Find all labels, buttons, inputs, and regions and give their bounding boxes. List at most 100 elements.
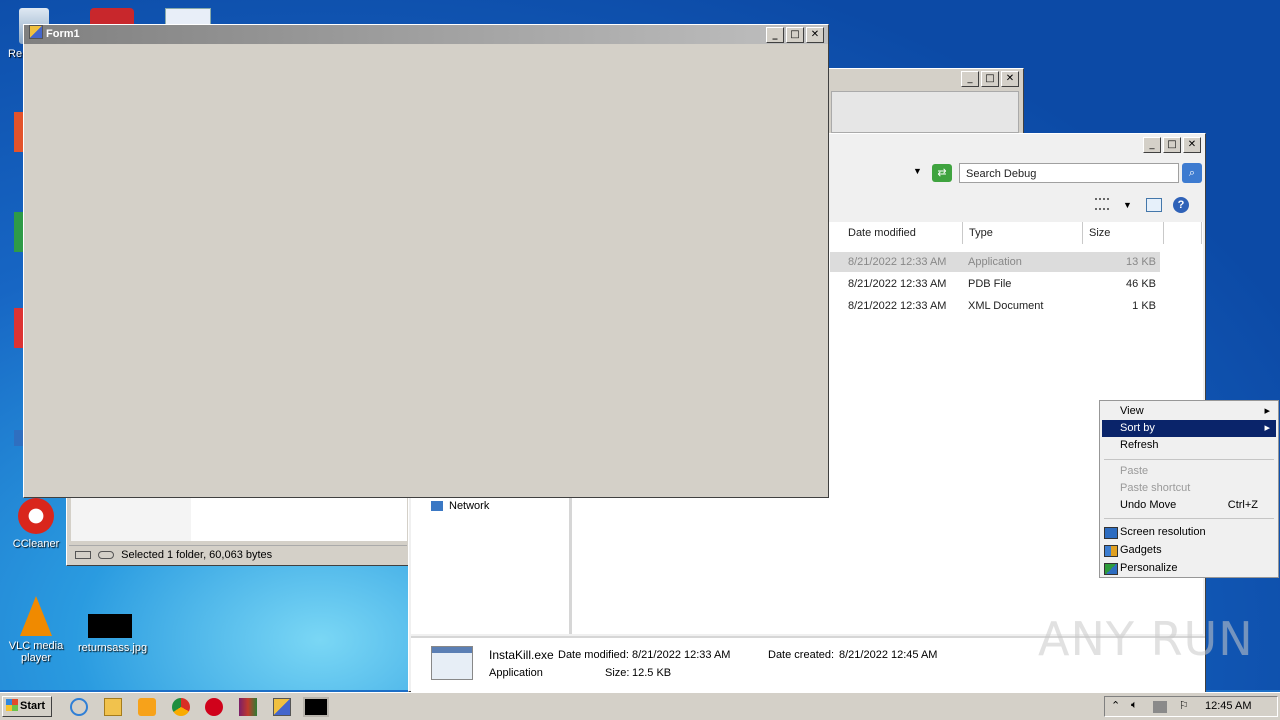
desktop-context-menu: View ▸ Sort by ▸ Refresh Paste Paste short… [1099,400,1279,578]
file-row[interactable]: 8/21/2022 12:33 AM Application 13 KB [830,252,1160,272]
file-row[interactable]: 8/21/2022 12:33 AM XML Document 1 KB [830,296,1160,316]
media-player-icon[interactable] [138,698,156,716]
details-size-label: Size: [605,667,630,679]
view-options-icon[interactable] [1095,198,1109,210]
window-controls: _ □ ✕ [1143,137,1201,153]
form-app-icon [29,25,43,39]
left-explorer-window[interactable]: Selected 1 folder, 60,063 bytes [66,494,410,566]
menu-item-gadgets[interactable]: Gadgets [1102,542,1276,559]
window-controls: _ □ ✕ [961,71,1019,87]
form1-titlebar[interactable]: Form1 _ □ ✕ [24,25,828,44]
internet-explorer-icon[interactable] [70,698,88,716]
column-header-date-modified[interactable]: Date modified [842,222,963,244]
menu-item-refresh[interactable]: Refresh [1102,437,1276,454]
window-controls: _ □ ✕ [766,27,824,43]
file-row[interactable]: 8/21/2022 12:33 AM PDB File 46 KB [830,274,1160,294]
screen-resolution-icon [1104,527,1118,539]
minimize-button[interactable]: _ [1143,137,1161,153]
file-date: 8/21/2022 12:33 AM [848,300,947,312]
nav-label: Network [449,500,490,512]
key-icon [98,551,115,560]
help-icon[interactable]: ? [1173,197,1189,213]
address-dropdown-arrow[interactable]: ▼ [913,166,922,176]
winrar-icon[interactable] [239,698,257,716]
start-label: Start [20,700,46,712]
desktop-icon-label: returnsass.jpg [78,642,148,654]
nav-item-network[interactable]: Network [431,500,489,512]
background-window[interactable]: _ □ ✕ [826,68,1024,134]
anyrun-watermark: ANY RUN [1038,612,1254,666]
command-prompt-icon[interactable] [303,697,329,717]
menu-item-view[interactable]: View ▸ [1102,403,1276,420]
network-tray-icon[interactable] [1153,701,1167,713]
details-date-modified: 8/21/2022 12:33 AM [632,649,731,661]
submenu-arrow-icon: ▸ [1264,422,1270,434]
menu-item-paste-shortcut[interactable]: Paste shortcut [1102,480,1276,497]
menu-item-undo-move[interactable]: Undo Move Ctrl+Z [1102,497,1276,514]
menu-item-paste[interactable]: Paste [1102,463,1276,480]
details-filename: InstaKill.exe [489,648,554,662]
drive-icon [75,551,91,560]
maximize-button[interactable]: □ [981,71,999,87]
application-file-icon [431,646,473,680]
search-icon[interactable]: ⌕ [1182,163,1202,183]
app-window-icon[interactable] [273,698,291,716]
menu-item-personalize[interactable]: Personalize [1102,560,1276,577]
menu-item-sort-by[interactable]: Sort by ▸ [1102,420,1276,437]
navigation-pane: Network [411,496,569,634]
menu-separator [1104,518,1274,519]
volume-icon[interactable]: 🔈︎ [1131,699,1138,712]
folder-icon[interactable] [104,698,122,716]
menu-label: Undo Move [1120,499,1177,511]
taskbar: Start ⌃ 🔈︎ ⚐ 12:45 AM [0,692,1280,720]
window-body [831,91,1019,133]
windows-logo-icon [6,699,18,711]
menu-item-screen-resolution[interactable]: Screen resolution [1102,524,1276,541]
opera-icon[interactable] [205,698,223,716]
file-type: XML Document [968,300,1044,312]
selected-folder-area[interactable] [71,497,191,541]
close-button[interactable]: ✕ [806,27,824,43]
start-button[interactable]: Start [2,696,52,717]
file-size: 1 KB [1132,300,1156,312]
preview-pane-icon[interactable] [1146,198,1162,212]
desktop-icon-label: VLC media player [8,640,64,664]
close-button[interactable]: ✕ [1001,71,1019,87]
close-button[interactable]: ✕ [1183,137,1201,153]
column-header-extra[interactable] [1164,222,1202,244]
clock[interactable]: 12:45 AM [1205,700,1251,712]
menu-label: Screen resolution [1120,526,1206,538]
refresh-icon[interactable]: ⇄ [932,164,952,182]
view-dropdown-icon[interactable]: ▼ [1123,200,1132,210]
details-date-modified-label: Date modified: [558,649,629,661]
status-bar: Selected 1 folder, 60,063 bytes [69,545,407,564]
menu-separator [1104,459,1274,460]
column-header-type[interactable]: Type [963,222,1083,244]
maximize-button[interactable]: □ [1163,137,1181,153]
desktop-icon-ccleaner[interactable]: CCleaner [4,498,68,550]
network-icon [431,501,443,512]
file-size: 13 KB [1126,256,1156,268]
chrome-icon[interactable] [172,698,190,716]
column-header-size[interactable]: Size [1083,222,1164,244]
pane-splitter[interactable] [569,496,572,634]
details-date-created-label: Date created: [768,649,835,661]
minimize-button[interactable]: _ [766,27,784,43]
personalize-icon [1104,563,1118,575]
maximize-button[interactable]: □ [786,27,804,43]
details-type: Application [489,667,543,679]
menu-shortcut: Ctrl+Z [1227,499,1258,511]
action-center-flag-icon[interactable]: ⚐ [1179,699,1189,712]
search-input[interactable]: Search Debug [959,163,1179,183]
desktop-icon-vlc[interactable]: VLC media player [4,596,68,664]
form1-window[interactable]: Form1 _ □ ✕ [23,24,829,498]
details-size: 12.5 KB [632,667,672,679]
status-text: Selected 1 folder, 60,063 bytes [121,549,273,561]
desktop-icon-label: CCleaner [12,538,60,550]
show-hidden-icons-icon[interactable]: ⌃ [1111,699,1120,712]
form1-title: Form1 [46,28,80,40]
minimize-button[interactable]: _ [961,71,979,87]
desktop-icon-returnsass[interactable]: returnsass.jpg [78,614,148,654]
vlc-cone-icon [20,596,52,636]
file-pane [71,497,407,541]
